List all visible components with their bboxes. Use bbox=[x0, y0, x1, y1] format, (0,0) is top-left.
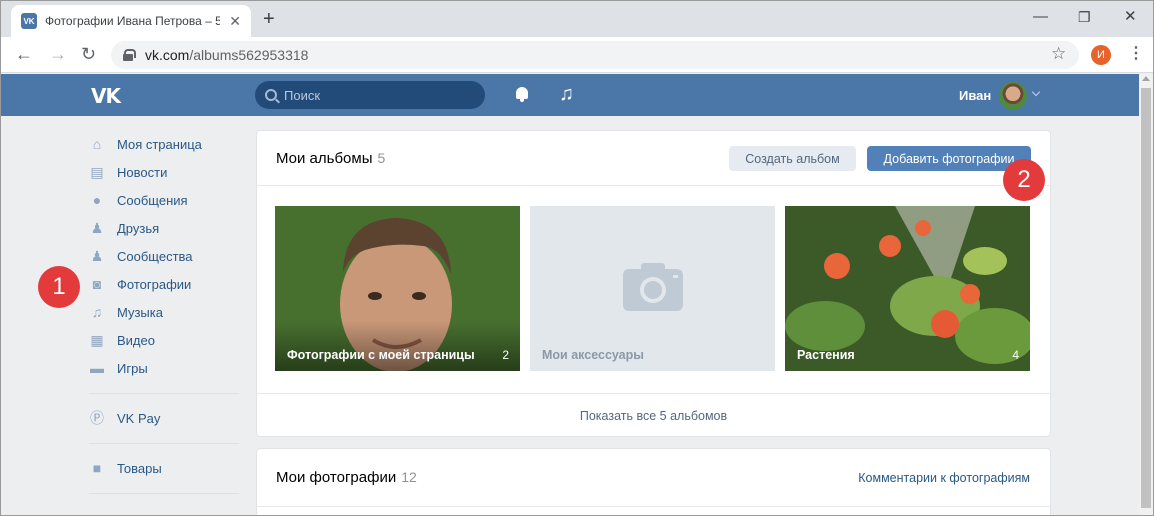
menu-item-my-page[interactable]: ⌂ Моя страница bbox=[89, 130, 239, 158]
menu-item-news[interactable]: ▤ Новости bbox=[89, 158, 239, 186]
show-all-albums-link[interactable]: Показать все 5 альбомов bbox=[257, 393, 1050, 437]
menu-item-vkpay[interactable]: Ⓟ VK Pay bbox=[89, 404, 239, 432]
album-title: Растения bbox=[797, 348, 855, 362]
menu-divider bbox=[89, 393, 239, 394]
menu-item-label: Моя страница bbox=[117, 136, 202, 152]
shopping-bag-icon: ■ bbox=[92, 460, 102, 476]
video-icon: ▦ bbox=[90, 332, 104, 348]
search-icon bbox=[265, 89, 277, 101]
new-tab-icon[interactable]: + bbox=[263, 8, 275, 30]
messages-icon: ● bbox=[92, 192, 102, 208]
music-note-icon[interactable]: ♫ bbox=[559, 83, 574, 105]
photos-count: 12 bbox=[401, 469, 417, 485]
camera-icon: ◙ bbox=[92, 276, 102, 292]
music-icon: ♫ bbox=[91, 304, 103, 320]
photos-card: Мои фотографии 12 Комментарии к фотографи… bbox=[256, 448, 1051, 515]
url-host: vk.com bbox=[145, 47, 190, 63]
album-tile[interactable]: Фотографии с моей страницы 2 bbox=[275, 206, 520, 371]
callout-badge-1: 1 bbox=[38, 266, 80, 308]
albums-count: 5 bbox=[377, 150, 386, 166]
tab-strip: VK Фотографии Ивана Петрова – 5 ✕ + — ❐ … bbox=[1, 1, 1153, 37]
menu-item-friends[interactable]: ♟ Друзья bbox=[89, 214, 239, 242]
menu-item-label: Видео bbox=[117, 332, 155, 348]
menu-item-music[interactable]: ♫ Музыка bbox=[89, 298, 239, 326]
chevron-down-icon[interactable] bbox=[1031, 87, 1041, 97]
menu-item-messages[interactable]: ● Сообщения bbox=[89, 186, 239, 214]
window-close-icon[interactable]: ✕ bbox=[1124, 7, 1137, 27]
menu-item-label: VK Pay bbox=[117, 410, 161, 426]
menu-item-label: Фотографии bbox=[117, 276, 192, 292]
user-avatar[interactable] bbox=[999, 82, 1027, 110]
back-icon[interactable]: ← bbox=[15, 44, 33, 64]
search-input[interactable] bbox=[284, 87, 464, 103]
menu-item-label: Товары bbox=[117, 460, 162, 476]
album-count: 4 bbox=[1012, 348, 1019, 362]
menu-item-video[interactable]: ▦ Видео bbox=[89, 326, 239, 354]
bell-icon[interactable] bbox=[514, 86, 530, 102]
scroll-up-icon[interactable] bbox=[1142, 76, 1150, 81]
albums-card: Мои альбомы 5 Создать альбом Добавить фот… bbox=[256, 130, 1051, 437]
browser-menu-icon[interactable]: ⋮ bbox=[1128, 43, 1144, 65]
album-count: 2 bbox=[502, 348, 509, 362]
forward-icon[interactable]: → bbox=[49, 44, 67, 64]
albums-heading: Мои альбомы 5 bbox=[276, 150, 385, 167]
album-title: Фотографии с моей страницы bbox=[287, 348, 475, 362]
menu-item-label: Сообщения bbox=[117, 192, 188, 208]
callout-badge-2: 2 bbox=[1003, 159, 1045, 201]
menu-item-games[interactable]: ▬ Игры bbox=[89, 354, 239, 382]
groups-icon: ♟ bbox=[90, 248, 104, 264]
profile-avatar[interactable]: И bbox=[1091, 45, 1111, 65]
menu-item-label: Музыка bbox=[117, 304, 163, 320]
albums-title: Мои альбомы bbox=[276, 150, 373, 167]
minimize-icon[interactable]: — bbox=[1033, 7, 1048, 27]
tab-title: Фотографии Ивана Петрова – 5 bbox=[45, 14, 220, 28]
vk-logo[interactable]: VK bbox=[91, 84, 121, 108]
address-bar[interactable]: vk.com/albums562953318 bbox=[111, 41, 1079, 69]
scrollbar-thumb[interactable] bbox=[1141, 88, 1151, 508]
menu-divider bbox=[89, 493, 239, 494]
album-tile[interactable]: Мои аксессуары bbox=[530, 206, 775, 371]
menu-item-label: Сообщества bbox=[117, 248, 193, 264]
photo-comments-link[interactable]: Комментарии к фотографиям bbox=[858, 471, 1030, 485]
menu-item-label: Игры bbox=[117, 360, 148, 376]
restore-icon[interactable]: ❐ bbox=[1078, 7, 1091, 27]
create-album-button[interactable]: Создать альбом bbox=[729, 146, 856, 171]
album-title: Мои аксессуары bbox=[542, 348, 644, 362]
vkpay-icon: Ⓟ bbox=[90, 410, 104, 426]
menu-item-photos[interactable]: ◙ Фотографии bbox=[89, 270, 239, 298]
albums-card-header: Мои альбомы 5 Создать альбом Добавить фот… bbox=[257, 131, 1050, 186]
menu-divider bbox=[89, 443, 239, 444]
gamepad-icon: ▬ bbox=[90, 360, 104, 376]
card-divider bbox=[257, 506, 1050, 507]
plants-photo bbox=[785, 206, 1030, 371]
bookmark-star-icon[interactable]: ☆ bbox=[1051, 44, 1066, 64]
browser-window: VK Фотографии Ивана Петрова – 5 ✕ + — ❐ … bbox=[0, 0, 1154, 516]
page-viewport: VK ♫ Иван ⌂ Моя страница ▤ Новости ● bbox=[1, 74, 1139, 515]
vk-header: VK ♫ Иван bbox=[1, 74, 1139, 116]
username[interactable]: Иван bbox=[959, 88, 991, 103]
photos-heading: Мои фотографии 12 bbox=[276, 469, 417, 486]
scrollbar[interactable] bbox=[1139, 74, 1153, 515]
vk-favicon-icon: VK bbox=[21, 13, 37, 29]
camera-placeholder-icon bbox=[623, 263, 683, 311]
menu-item-label: Новости bbox=[117, 164, 168, 180]
menu-item-goods[interactable]: ■ Товары bbox=[89, 454, 239, 482]
menu-item-groups[interactable]: ♟ Сообщества bbox=[89, 242, 239, 270]
lock-icon bbox=[123, 49, 136, 61]
album-tile[interactable]: Растения 4 bbox=[785, 206, 1030, 371]
left-menu: ⌂ Моя страница ▤ Новости ● Сообщения ♟ Д… bbox=[89, 130, 239, 504]
news-icon: ▤ bbox=[90, 164, 104, 180]
photos-title: Мои фотографии bbox=[276, 469, 397, 486]
reload-icon[interactable]: ↻ bbox=[81, 44, 96, 64]
url-path: /albums562953318 bbox=[189, 47, 309, 63]
home-icon: ⌂ bbox=[92, 136, 102, 152]
friends-icon: ♟ bbox=[90, 220, 104, 236]
tab-close-icon[interactable]: ✕ bbox=[229, 13, 241, 29]
browser-tab[interactable]: VK Фотографии Ивана Петрова – 5 ✕ bbox=[11, 5, 251, 37]
menu-item-label: Друзья bbox=[117, 220, 160, 236]
browser-toolbar: ← → ↻ vk.com/albums562953318 ☆ И ⋮ bbox=[1, 37, 1153, 73]
vk-search-box[interactable] bbox=[255, 81, 485, 109]
